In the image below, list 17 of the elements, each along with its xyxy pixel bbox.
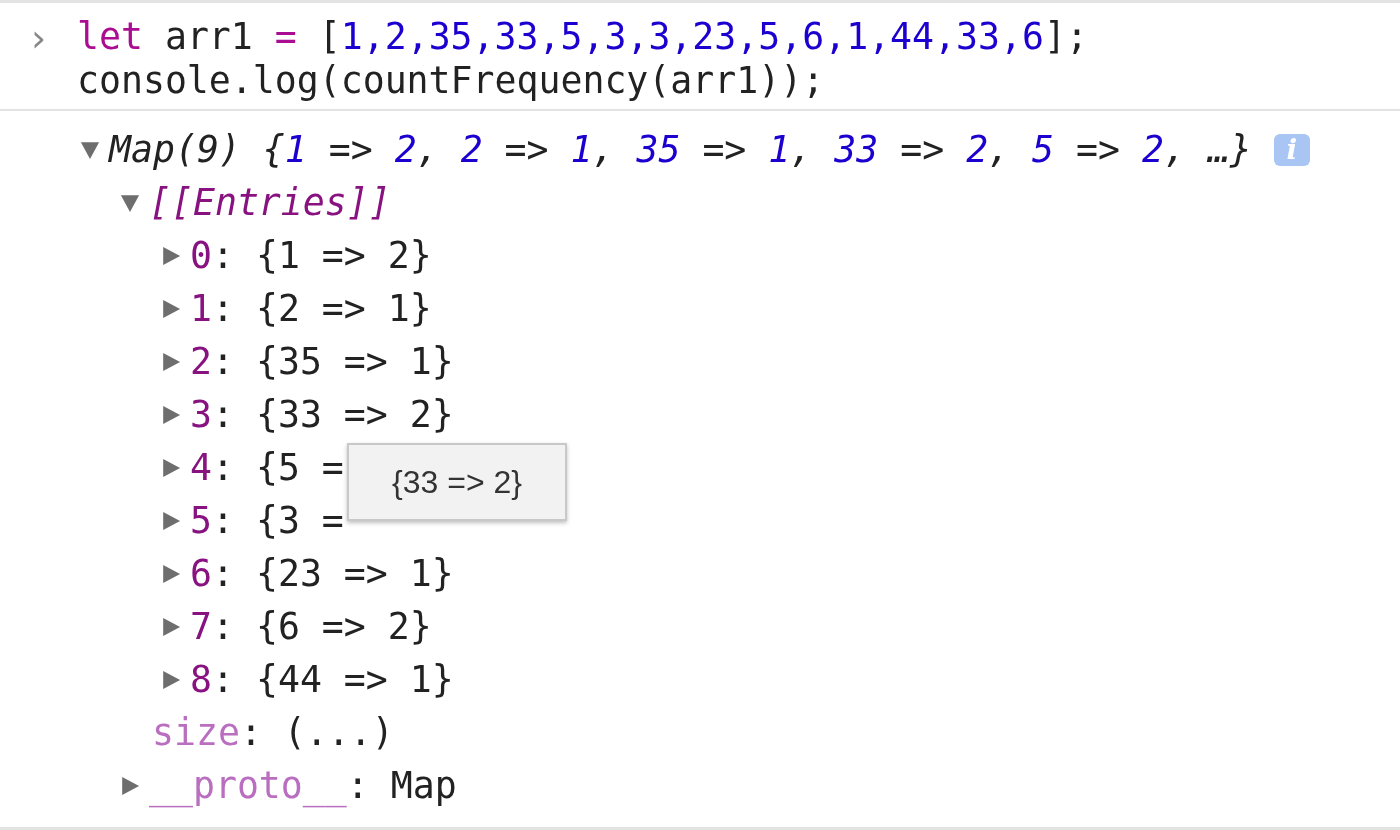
- entry-label[interactable]: 6: {23 => 1}: [190, 552, 454, 595]
- size-property: size: (...): [152, 711, 394, 754]
- entry-label[interactable]: 5: {3 =: [190, 499, 344, 542]
- prompt-chevron: ›: [29, 15, 48, 62]
- entry-label[interactable]: 4: {5 =: [190, 446, 344, 489]
- tooltip: {33 => 2}: [347, 443, 567, 521]
- entry-label[interactable]: 8: {44 => 1}: [190, 658, 454, 701]
- code-line: console.log(countFrequency(arr1));: [77, 59, 826, 103]
- entry-label[interactable]: 0: {1 => 2}: [190, 234, 432, 277]
- entry-label[interactable]: 2: {35 => 1}: [190, 340, 454, 383]
- entries-label[interactable]: [[Entries]]: [149, 181, 391, 224]
- entry-label[interactable]: 1: {2 => 1}: [190, 287, 432, 330]
- entry-label[interactable]: 3: {33 => 2}: [190, 393, 454, 436]
- proto-property[interactable]: __proto__: Map: [149, 764, 457, 807]
- code-line: let arr1 = [1,2,35,33,5,3,3,23,5,6,1,44,33,6];: [77, 15, 1088, 59]
- map-summary[interactable]: Map(9) {1 => 2, 2 => 1, 35 => 1, 33 => 2, 5 => 2, …}: [109, 128, 1252, 171]
- entry-label[interactable]: 7: {6 => 2}: [190, 605, 432, 648]
